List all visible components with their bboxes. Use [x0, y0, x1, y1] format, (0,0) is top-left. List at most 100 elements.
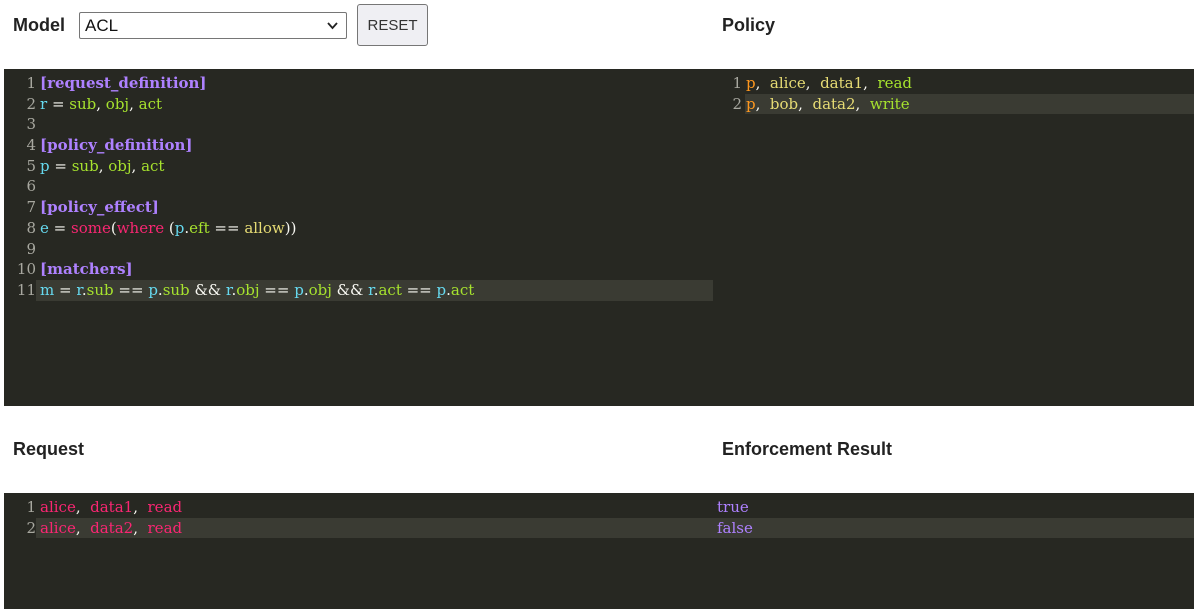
result-panel: true false: [713, 493, 1194, 609]
code-text: alice, data2, read: [36, 518, 182, 539]
request-editor[interactable]: 1 alice, data1, read 2 alice, data2, read: [4, 493, 713, 609]
request-label: Request: [13, 439, 85, 459]
code-text: [policy_effect]: [36, 197, 159, 218]
code-line[interactable]: 1 p, alice, data1, read: [713, 73, 1194, 94]
line-number: 6: [26, 177, 36, 196]
model-editor[interactable]: 1 [request_definition] 2 r = sub, obj, act 3…: [4, 69, 713, 406]
code-token: ,: [131, 156, 142, 175]
code-token: obj: [236, 280, 260, 299]
code-token: ==: [209, 218, 245, 237]
model-code[interactable]: 1 [request_definition] 2 r = sub, obj, act 3…: [4, 73, 713, 301]
enforcement-result-label: Enforcement Result: [722, 439, 893, 459]
code-token: ,: [855, 94, 870, 113]
code-token: sub: [69, 94, 97, 113]
code-token: p: [294, 280, 304, 299]
code-line[interactable]: 7 [policy_effect]: [4, 197, 713, 218]
code-text: r = sub, obj, act: [36, 94, 162, 115]
code-token: obj: [308, 280, 332, 299]
code-token: read: [147, 498, 183, 516]
code-token: allow: [244, 218, 285, 237]
code-token: (: [164, 218, 175, 237]
line-number: 4: [26, 136, 36, 155]
code-token: ,: [98, 156, 109, 175]
model-select-value: ACL: [85, 15, 119, 35]
code-text: [matchers]: [36, 259, 133, 280]
code-token: data2: [90, 518, 134, 537]
code-token: act: [450, 280, 475, 299]
code-token: obj: [108, 156, 132, 175]
policy-editor[interactable]: 1 p, alice, data1, read 2 p, bob, data2, wr…: [713, 69, 1194, 406]
model-label: Model: [13, 15, 65, 35]
line-number: 3: [26, 115, 36, 134]
code-token: read: [147, 518, 183, 537]
code-token: ,: [755, 74, 770, 92]
code-line[interactable]: 9: [4, 239, 713, 260]
code-token: ,: [75, 498, 91, 516]
code-token: =: [47, 94, 70, 113]
chevron-down-icon: [327, 22, 338, 30]
result-value: false: [713, 517, 1194, 539]
code-line[interactable]: 2 alice, data2, read: [26, 517, 713, 539]
code-text: alice, data1, read: [36, 497, 182, 518]
code-token: =: [48, 218, 71, 237]
line-number: 7: [26, 198, 36, 217]
code-line[interactable]: 8e = some(where (p.eft == allow)): [4, 218, 713, 239]
code-token: sub: [162, 280, 190, 299]
code-token: some: [71, 218, 111, 237]
reset-button[interactable]: RESET: [357, 4, 428, 46]
code-token: [policy_effect]: [40, 198, 159, 217]
code-line[interactable]: 3: [4, 114, 713, 135]
code-token: ,: [133, 498, 148, 516]
code-token: obj: [105, 94, 130, 113]
line-number: 2: [732, 94, 742, 113]
code-line[interactable]: 2r = sub, obj, act: [4, 94, 713, 115]
code-token: m: [40, 280, 55, 299]
code-token: ,: [75, 518, 91, 537]
line-number: 1: [26, 498, 36, 516]
result-list: true false: [713, 497, 1194, 539]
code-token: ,: [798, 94, 813, 113]
code-token: =: [49, 156, 72, 175]
line-number: 10: [16, 260, 36, 279]
line-number: 2: [26, 94, 36, 113]
request-code[interactable]: 1 alice, data1, read 2 alice, data2, read: [4, 497, 713, 539]
code-text: m = r.sub == p.sub && r.obj == p.obj && …: [36, 280, 474, 301]
line-number: 1: [732, 74, 742, 92]
code-token: p: [436, 280, 447, 299]
code-line[interactable]: 1 [request_definition]: [4, 73, 713, 94]
result-value: true: [717, 498, 749, 516]
code-token: &&: [189, 280, 226, 299]
line-number: 2: [26, 518, 36, 537]
code-token: write: [869, 94, 910, 113]
code-token: ,: [805, 74, 821, 92]
code-token: p: [746, 94, 756, 113]
model-select[interactable]: ACL: [79, 12, 347, 39]
code-line[interactable]: 6: [4, 176, 713, 197]
code-token: [policy_definition]: [40, 136, 193, 155]
policy-code[interactable]: 1 p, alice, data1, read 2 p, bob, data2, wr…: [713, 73, 1194, 115]
code-line[interactable]: 4 [policy_definition]: [4, 135, 713, 156]
code-line[interactable]: 2 p, bob, data2, write: [732, 93, 1194, 115]
code-line[interactable]: 5p = sub, obj, act: [4, 156, 713, 177]
code-token: sub: [86, 280, 114, 299]
code-token: ,: [755, 94, 770, 113]
code-line[interactable]: 10 [matchers]: [4, 259, 713, 280]
code-token: alice: [40, 498, 76, 516]
code-token: ,: [96, 94, 106, 113]
code-token: ,: [133, 518, 148, 537]
code-token: bob: [769, 94, 799, 113]
code-line[interactable]: 11 m = r.sub == p.sub && r.obj == p.obj &…: [17, 279, 713, 301]
code-line[interactable]: 1 alice, data1, read: [4, 497, 713, 518]
code-token: e: [40, 218, 49, 237]
code-token: data1: [820, 74, 864, 92]
line-number: 9: [26, 239, 36, 258]
code-token: eft: [189, 218, 210, 237]
code-token: ==: [401, 280, 437, 299]
code-token: alice: [40, 518, 76, 537]
code-token: p: [746, 74, 756, 92]
code-token: &&: [331, 280, 369, 299]
code-token: sub: [71, 156, 99, 175]
line-number: 5: [26, 156, 36, 175]
code-token: ==: [259, 280, 295, 299]
code-text: [policy_definition]: [36, 135, 193, 156]
